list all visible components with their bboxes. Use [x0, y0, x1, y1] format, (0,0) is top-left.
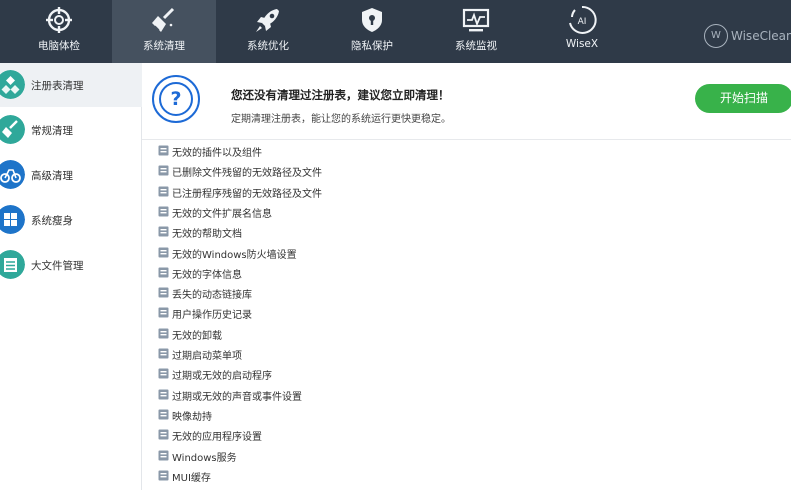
sidebar-item-label: 注册表清理: [31, 80, 84, 92]
tab-system-optimize[interactable]: 系统优化: [216, 0, 320, 63]
list-item[interactable]: Windows服务: [142, 446, 791, 466]
list-item[interactable]: 无效的字体信息: [142, 263, 791, 283]
registry-header: ? 您还没有清理过注册表，建议您立即清理！ 定期清理注册表，能让您的系统运行更快…: [142, 63, 791, 140]
list-item-label: 无效的插件以及组件: [172, 148, 262, 159]
registry-item-list: 无效的插件以及组件已删除文件残留的无效路径及文件 已注册程序残留的无效路径及文件无…: [142, 141, 791, 490]
mui-cache-icon: [158, 470, 169, 481]
image-hijack-icon: [158, 409, 169, 420]
list-item-label: 无效的文件扩展名信息: [172, 208, 272, 220]
list-item[interactable]: MUI缓存: [142, 466, 791, 486]
list-item-label: 丢失的动态链接库: [172, 290, 252, 302]
list-item-label: 映像劫持: [172, 411, 212, 423]
header-subtitle: 定期清理注册表，能让您的系统运行更快更稳定。: [231, 114, 451, 125]
list-item[interactable]: 丢失的动态链接库: [142, 283, 791, 303]
tab-label: 系统清理: [143, 40, 185, 52]
firewall-icon: [158, 247, 169, 257]
list-item-label: 无效的帮助文档: [172, 229, 242, 241]
list-item[interactable]: 无效的文件扩展名信息: [142, 202, 791, 222]
brand-name: WiseCleaner: [731, 29, 791, 43]
help-doc-icon: [158, 226, 169, 237]
crosshair-icon: [46, 7, 72, 33]
list-item[interactable]: 过期或无效的声音或事件设置: [142, 385, 791, 405]
tab-label: 系统优化: [247, 40, 289, 52]
list-item-label: Windows服务: [172, 452, 237, 464]
list-item[interactable]: 已注册程序残留的无效路径及文件: [142, 182, 791, 202]
windows-icon: [0, 205, 25, 234]
sidebar-item-system-slim[interactable]: 系统瘦身: [0, 198, 142, 242]
deleted-file-icon: [158, 165, 169, 176]
plugin-icon: [158, 145, 169, 156]
list-item-label: 已注册程序残留的无效路径及文件: [172, 188, 322, 200]
list-item[interactable]: 用户操作历史记录: [142, 303, 791, 323]
list-item-label: 过期或无效的启动程序: [172, 371, 272, 383]
sidebar-item-label: 系统瘦身: [31, 215, 73, 227]
list-item[interactable]: 无效的插件以及组件: [142, 141, 791, 161]
list-item[interactable]: 无效的卸载: [142, 324, 791, 344]
sidebar-item-large-file[interactable]: 大文件管理: [0, 243, 142, 287]
tab-privacy[interactable]: 隐私保护: [320, 0, 424, 63]
tab-system-clean[interactable]: 系统清理: [112, 0, 216, 63]
tab-label: 隐私保护: [351, 40, 393, 52]
list-item[interactable]: 过期启动菜单项: [142, 344, 791, 364]
rocket-icon: [256, 9, 279, 32]
sidebar-item-label: 常规清理: [31, 125, 73, 137]
brand-logo: W WiseCleaner: [704, 24, 791, 48]
start-menu-icon: [158, 348, 169, 359]
sidebar-item-advanced-clean[interactable]: 高级清理: [0, 153, 142, 197]
broom-icon: [152, 7, 175, 32]
list-item[interactable]: 已删除文件残留的无效路径及文件: [142, 161, 791, 181]
registry-icon: [0, 70, 25, 99]
list-item[interactable]: 无效的帮助文档: [142, 222, 791, 242]
list-item-label: MUI缓存: [172, 472, 211, 484]
sidebar-item-label: 大文件管理: [31, 260, 84, 272]
list-item-label: 无效的应用程序设置: [172, 432, 262, 444]
list-item-label: 已删除文件残留的无效路径及文件: [172, 168, 322, 180]
list-item-label: 过期或无效的声音或事件设置: [172, 391, 302, 403]
svg-text:AI: AI: [578, 17, 587, 27]
list-item-label: 过期启动菜单项: [172, 351, 242, 362]
tab-label: WiseX: [565, 38, 599, 50]
shield-lock-icon: [362, 8, 382, 32]
list-item[interactable]: 映像劫持: [142, 405, 791, 425]
windows-service-icon: [158, 450, 169, 460]
tab-label: 系统监视: [455, 40, 497, 52]
tab-pc-checkup[interactable]: 电脑体检: [7, 0, 111, 63]
header-title: 您还没有清理过注册表，建议您立即清理！: [231, 88, 450, 102]
sidebar-item-label: 高级清理: [31, 170, 73, 182]
list-item[interactable]: 过期或无效的启动程序: [142, 364, 791, 384]
top-nav-bar: 电脑体检 系统清理 系统优化 隐私保护 系统监视 AI WiseX W Wise…: [0, 0, 791, 63]
list-item[interactable]: 无效的应用程序设置: [142, 425, 791, 445]
wisecleaner-logo-icon: W: [704, 24, 728, 48]
font-icon: [158, 267, 169, 278]
dll-icon: [158, 287, 169, 298]
list-item-label: 无效的字体信息: [172, 269, 242, 281]
app-settings-icon: [158, 429, 169, 440]
startup-program-icon: [158, 368, 169, 379]
question-mark: ?: [159, 82, 193, 116]
uninstall-icon: [158, 328, 169, 339]
tab-system-monitor[interactable]: 系统监视: [424, 0, 528, 63]
wisex-icon: AI: [569, 5, 597, 34]
file-extension-icon: [158, 206, 169, 217]
sidebar: 注册表清理 常规清理 高级清理 系统瘦身 大文件管理: [0, 63, 142, 490]
list-item-label: 无效的卸载: [172, 330, 222, 342]
list-item-label: 用户操作历史记录: [172, 310, 252, 322]
sound-icon: [158, 389, 169, 400]
sidebar-item-registry-clean[interactable]: 注册表清理: [0, 63, 142, 107]
list-item-label: 无效的Windows防火墙设置: [172, 249, 297, 261]
bike-icon: [0, 160, 25, 189]
start-scan-button[interactable]: 开始扫描: [695, 84, 791, 113]
history-icon: [158, 307, 169, 318]
monitor-icon: [462, 8, 490, 32]
tab-wisex[interactable]: AI WiseX: [530, 0, 634, 63]
question-icon: ?: [152, 75, 200, 123]
list-item[interactable]: 无效的Windows防火墙设置: [142, 243, 791, 263]
broom-icon: [0, 115, 25, 144]
sidebar-item-regular-clean[interactable]: 常规清理: [0, 108, 142, 152]
folder-icon: [0, 250, 25, 279]
registered-program-icon: [158, 186, 169, 197]
tab-label: 电脑体检: [38, 40, 80, 52]
